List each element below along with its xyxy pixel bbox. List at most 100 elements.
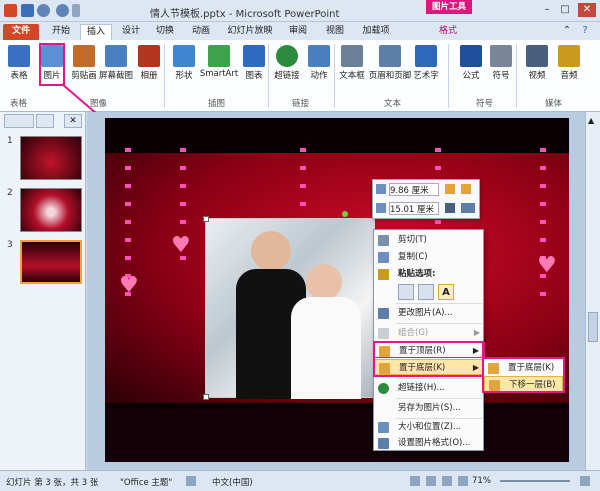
screenshot-button[interactable]: 屏幕截图 [99,43,133,91]
tab-animations[interactable]: 动画 [186,24,216,40]
screenshot-icon [105,45,127,67]
tab-view[interactable]: 视图 [320,24,350,40]
menu-item-size-position[interactable]: 大小和位置(Z)... [374,419,485,435]
undo-icon[interactable] [37,4,50,17]
tab-slideshow[interactable]: 幻灯片放映 [224,24,276,40]
tab-addins[interactable]: 加载项 [356,24,396,40]
slide-canvas[interactable]: ♥ ♥ ♥ [105,118,569,462]
hyperlink-button[interactable]: 超链接 [271,43,303,91]
video-icon [526,45,548,67]
menu-item-group: 组合(G) ▶ [374,325,485,341]
tab-design[interactable]: 设计 [116,24,146,40]
normal-view-icon[interactable] [410,476,420,486]
change-picture-icon [378,308,389,319]
vertical-scrollbar[interactable]: ▲ [585,112,600,470]
fit-slide-icon[interactable] [580,476,590,486]
tab-insert[interactable]: 插入 [80,24,112,40]
rotate-handle[interactable] [342,211,348,217]
album-button[interactable]: 相册 [133,43,165,91]
slides-tab[interactable] [4,114,34,128]
shapes-button[interactable]: 形状 [168,43,200,91]
paste-picture-icon[interactable] [418,284,434,300]
customize-qat-icon[interactable] [72,4,80,17]
audio-button[interactable]: 音频 [553,43,585,91]
paste-keep-format-icon[interactable] [398,284,414,300]
send-back-icon[interactable] [461,184,471,194]
action-button[interactable]: 动作 [303,43,335,91]
wedding-photo[interactable] [205,218,375,399]
pi-icon [460,45,482,67]
group-label-media: 媒体 [545,99,563,109]
ribbon-minimize-icon[interactable]: ⌃ [560,24,574,38]
action-icon [308,45,330,67]
tab-transitions[interactable]: 切换 [150,24,180,40]
bride-face [306,264,342,300]
smartart-button[interactable]: SmartArt [200,43,238,91]
ribbon: 表格 图片 剪贴画 屏幕截图 相册 形状 SmartArt 图表 超链接 动作 … [0,40,600,112]
help-icon[interactable]: ? [578,24,592,38]
close-icon[interactable]: ✕ [578,3,596,17]
height-field[interactable]: 9.86 厘米 [389,183,439,196]
menu-divider [396,323,482,324]
slide-number: 3 [7,240,13,250]
powerpoint-window: 情人节模板.pptx - Microsoft PowerPoint 图片工具 –… [0,0,600,491]
maximize-icon[interactable]: □ [558,3,572,17]
tab-home[interactable]: 开始 [46,24,76,40]
menu-item-save-as-picture[interactable]: 另存为图片(S)... [374,400,485,416]
group-icon [378,328,389,339]
chart-button[interactable]: 图表 [238,43,270,91]
format-picture-icon [378,438,389,449]
slide-thumbnail-active[interactable] [20,240,82,284]
mini-toolbar: 9.86 厘米 15.01 厘米 [372,179,480,219]
wordart-icon [415,45,437,67]
table-button[interactable]: 表格 [3,43,35,91]
submenu-highlight-box [482,357,565,393]
zoom-level[interactable]: 71% [472,476,491,486]
close-pane-icon[interactable]: ✕ [64,114,82,128]
tab-format[interactable]: 格式 [430,24,466,40]
smartart-icon [208,45,230,67]
outline-tab[interactable] [36,114,54,128]
paste-text-only-icon[interactable]: A [438,284,454,300]
scroll-thumb[interactable] [588,312,598,342]
spellcheck-icon[interactable] [186,476,196,486]
tab-review[interactable]: 审阅 [283,24,313,40]
slide-thumbnail[interactable] [20,136,82,180]
resize-handle[interactable] [203,394,209,400]
language-indicator[interactable]: 中文(中国) [212,476,253,488]
scroll-up-icon[interactable]: ▲ [588,116,598,126]
wordart-button[interactable]: 艺术字 [410,43,442,91]
menu-item-change-picture[interactable]: 更改图片(A)... [374,305,485,321]
redo-icon[interactable] [56,4,69,17]
tab-file[interactable]: 文件 [3,24,39,40]
heart-chain-decoration [540,148,546,308]
save-icon[interactable] [21,4,34,17]
clipart-button[interactable]: 剪贴画 [68,43,100,91]
header-footer-button[interactable]: 页眉和页脚 [369,43,411,91]
video-button[interactable]: 视频 [521,43,553,91]
zoom-slider[interactable] [500,480,570,482]
sorter-view-icon[interactable] [426,476,436,486]
group-label-links: 链接 [292,99,310,109]
textbox-icon [341,45,363,67]
minimize-icon[interactable]: – [540,3,554,17]
reading-view-icon[interactable] [442,476,452,486]
slide-thumbnail[interactable] [20,188,82,232]
menu-item-format-picture[interactable]: 设置图片格式(O)... [374,435,485,451]
resize-handle[interactable] [203,216,209,222]
title-bar: 情人节模板.pptx - Microsoft PowerPoint 图片工具 –… [0,0,600,22]
bring-front-icon[interactable] [445,184,455,194]
shape-outline-icon[interactable] [461,203,475,213]
menu-item-copy[interactable]: 复制(C) [374,249,485,265]
equation-button[interactable]: 公式 [455,43,487,91]
width-field[interactable]: 15.01 厘米 [389,202,439,215]
menu-divider [396,378,482,379]
symbol-button[interactable]: 符号 [485,43,517,91]
slideshow-icon[interactable] [458,476,468,486]
menu-divider [396,398,482,399]
crop-icon[interactable] [445,203,455,213]
textbox-button[interactable]: 文本框 [336,43,368,91]
menu-item-cut[interactable]: 剪切(T) [374,232,485,248]
ribbon-tabs: 文件 开始 插入 设计 切换 动画 幻灯片放映 审阅 视图 加载项 格式 ⌃ ? [0,22,600,40]
menu-item-hyperlink[interactable]: 超链接(H)... [374,380,485,396]
